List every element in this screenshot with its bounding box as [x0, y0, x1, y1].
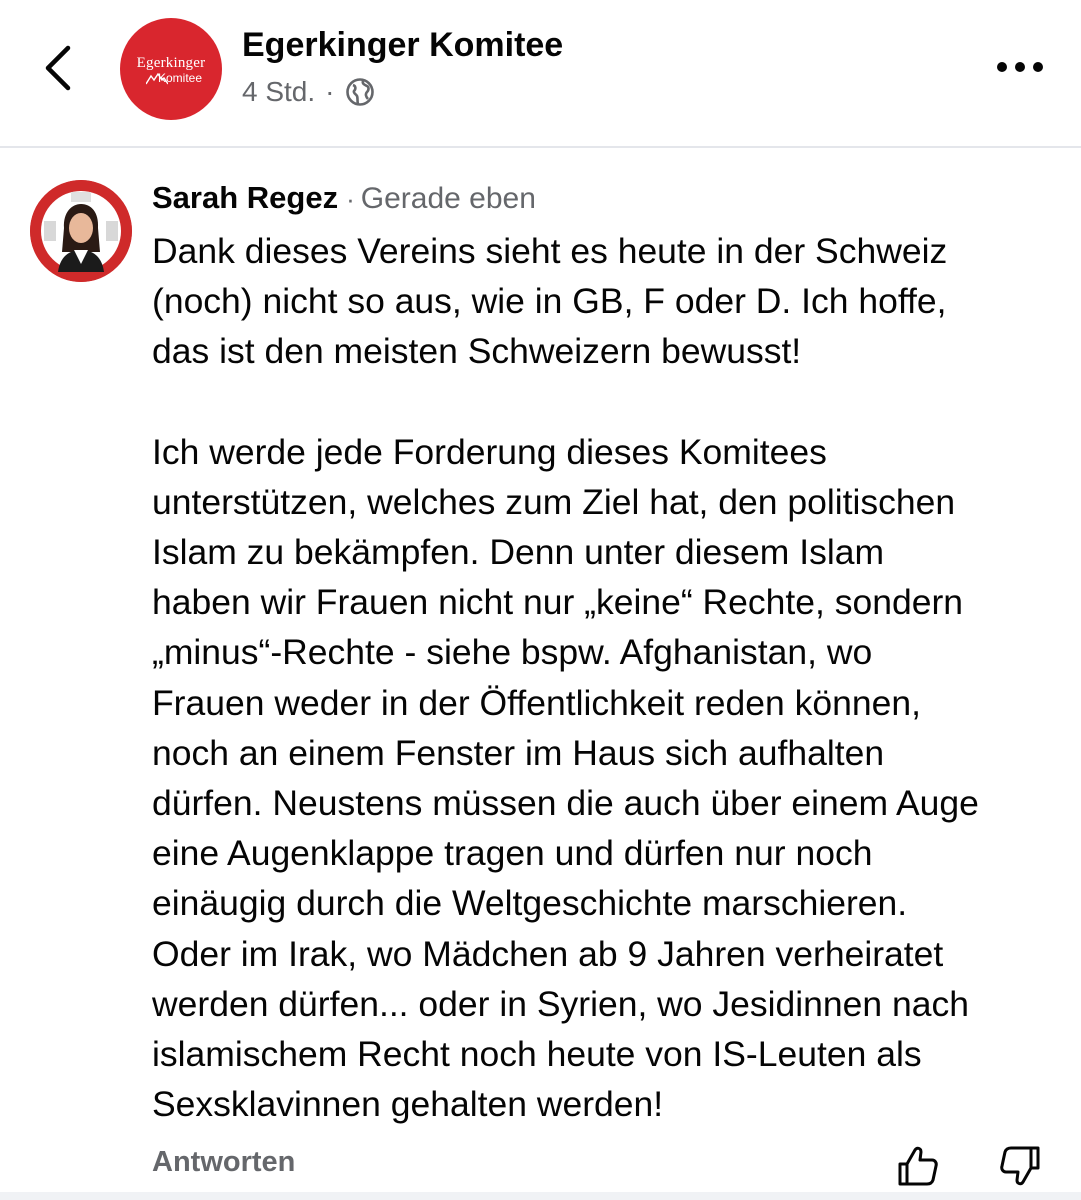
more-options-button[interactable] [992, 52, 1048, 82]
post-time[interactable]: 4 Std. [242, 76, 315, 108]
chevron-left-icon [45, 45, 71, 91]
like-button[interactable] [896, 1144, 940, 1188]
comment-author-name[interactable]: Sarah Regez [152, 180, 338, 215]
reply-button[interactable]: Antworten [152, 1146, 295, 1179]
back-button[interactable] [38, 40, 82, 96]
comment-author-avatar[interactable] [30, 180, 132, 282]
more-dots-icon [997, 62, 1043, 72]
thumbs-up-icon [898, 1146, 938, 1186]
page-avatar[interactable]: Egerkinger Komitee [120, 18, 222, 120]
comment-separator: · [346, 184, 355, 214]
comment-header: Sarah Regez · Gerade eben [152, 180, 536, 216]
comment-paragraph-2: Ich werde jede Forderung dieses Komitees… [152, 431, 979, 1125]
dislike-button[interactable] [998, 1144, 1042, 1188]
comment-time: Gerade eben [360, 182, 536, 215]
comment-body: Dank dieses Vereins sieht es heute in de… [152, 226, 1067, 1129]
post-meta: 4 Std. · [242, 76, 375, 108]
post-header: Egerkinger Komitee Egerkinger Komitee 4 … [0, 0, 1081, 148]
page-name[interactable]: Egerkinger Komitee [242, 26, 563, 65]
profile-photo [30, 180, 132, 282]
globe-icon [345, 78, 374, 106]
comment-paragraph-1: Dank dieses Vereins sieht es heute in de… [152, 231, 948, 372]
bottom-divider [0, 1192, 1081, 1200]
logo-text-egerkinger: Egerkinger [136, 55, 206, 71]
thumbs-down-icon [1000, 1146, 1040, 1186]
logo-text-komitee: Komitee [157, 71, 203, 85]
meta-separator: · [325, 76, 335, 107]
